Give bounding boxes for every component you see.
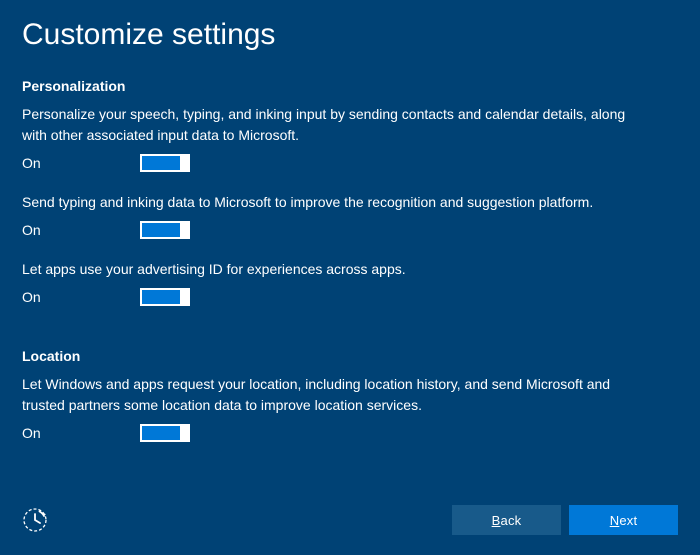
page-title: Customize settings [22,18,678,52]
personalization-heading: Personalization [22,78,678,94]
location-heading: Location [22,348,678,364]
ease-of-access-icon[interactable] [22,507,48,533]
next-label-rest: ext [619,513,637,528]
toggle-advertising-id[interactable] [140,288,190,306]
setting-location: Let Windows and apps request your locati… [22,374,678,442]
setting-description: Let apps use your advertising ID for exp… [22,259,678,280]
toggle-state-label: On [22,222,140,238]
location-section: Location Let Windows and apps request yo… [22,348,678,442]
back-button[interactable]: Back [452,505,561,535]
personalization-section: Personalization Personalize your speech,… [22,78,678,306]
setting-description: Let Windows and apps request your locati… [22,374,678,416]
setting-description: Send typing and inking data to Microsoft… [22,192,678,213]
toggle-state-label: On [22,155,140,171]
setting-speech-typing-inking: Personalize your speech, typing, and ink… [22,104,678,172]
next-button[interactable]: Next [569,505,678,535]
back-label-rest: ack [501,513,522,528]
button-bar: Back Next [452,505,678,535]
toggle-speech-typing-inking[interactable] [140,154,190,172]
toggle-state-label: On [22,425,140,441]
setting-description: Personalize your speech, typing, and ink… [22,104,678,146]
setting-advertising-id: Let apps use your advertising ID for exp… [22,259,678,306]
toggle-typing-inking-data[interactable] [140,221,190,239]
setting-typing-inking-data: Send typing and inking data to Microsoft… [22,192,678,239]
toggle-state-label: On [22,289,140,305]
toggle-location[interactable] [140,424,190,442]
footer: Back Next [0,499,700,555]
